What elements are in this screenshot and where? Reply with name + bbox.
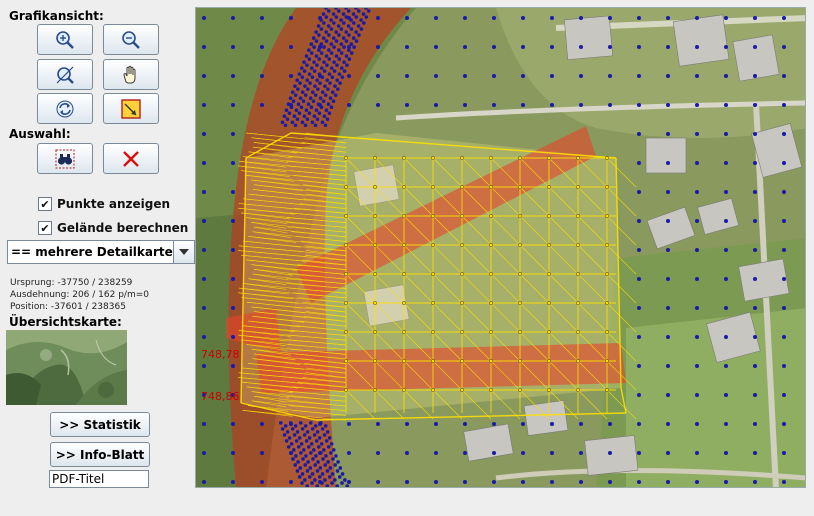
select-area-icon xyxy=(121,98,141,119)
compute-terrain-option[interactable]: ✔ Gelände berechnen xyxy=(38,221,188,235)
zoom-in-button[interactable] xyxy=(37,24,93,55)
select-area-button[interactable] xyxy=(103,93,159,124)
elevation-label: 748,86 xyxy=(201,390,240,403)
detail-map-select-value: == mehrere Detailkarten == xyxy=(11,245,173,259)
clear-selection-icon xyxy=(123,150,139,167)
clear-selection-button[interactable] xyxy=(103,143,159,174)
map-view[interactable]: 748,78 748,86 xyxy=(195,7,806,488)
detail-map-dropdown-button[interactable] xyxy=(173,241,194,263)
zoom-extent-icon xyxy=(56,66,74,84)
detail-map-select[interactable]: == mehrere Detailkarten == xyxy=(7,240,195,264)
pan-hand-icon xyxy=(123,65,136,83)
zoom-in-icon xyxy=(56,30,74,49)
compute-terrain-label: Gelände berechnen xyxy=(57,221,189,235)
info-sheet-button[interactable]: >> Info-Blatt xyxy=(50,442,150,467)
origin-text: Ursprung: -37750 / 238259 xyxy=(10,278,133,288)
show-points-checkbox[interactable]: ✔ xyxy=(38,197,52,211)
refresh-icon xyxy=(56,100,74,117)
compute-terrain-checkbox[interactable]: ✔ xyxy=(38,221,52,235)
selection-heading: Auswahl: xyxy=(9,127,71,141)
overview-heading: Übersichtskarte: xyxy=(9,315,122,329)
left-panel: Grafikansicht: Auswahl: ✔ Punkte anzeige… xyxy=(0,0,195,516)
statistics-button[interactable]: >> Statistik xyxy=(50,412,150,437)
show-points-option[interactable]: ✔ Punkte anzeigen xyxy=(38,197,170,211)
overview-map-image xyxy=(6,330,127,405)
refresh-button[interactable] xyxy=(37,93,93,124)
overview-map[interactable] xyxy=(6,330,127,405)
chevron-down-icon xyxy=(179,249,189,255)
view-heading: Grafikansicht: xyxy=(9,9,104,23)
extent-text: Ausdehnung: 206 / 162 p/m=0 xyxy=(10,290,149,300)
binoculars-icon xyxy=(55,149,75,168)
pan-button[interactable] xyxy=(103,59,159,90)
zoom-out-icon xyxy=(122,30,140,49)
position-text: Position: -37601 / 238365 xyxy=(10,302,126,312)
map-canvas[interactable]: 748,78 748,86 xyxy=(196,8,806,488)
show-points-label: Punkte anzeigen xyxy=(57,197,171,211)
zoom-extent-button[interactable] xyxy=(37,59,93,90)
pdf-title-field[interactable]: PDF-Titel xyxy=(49,470,149,488)
elevation-label: 748,78 xyxy=(201,348,240,361)
find-selection-button[interactable] xyxy=(37,143,93,174)
zoom-out-button[interactable] xyxy=(103,24,159,55)
